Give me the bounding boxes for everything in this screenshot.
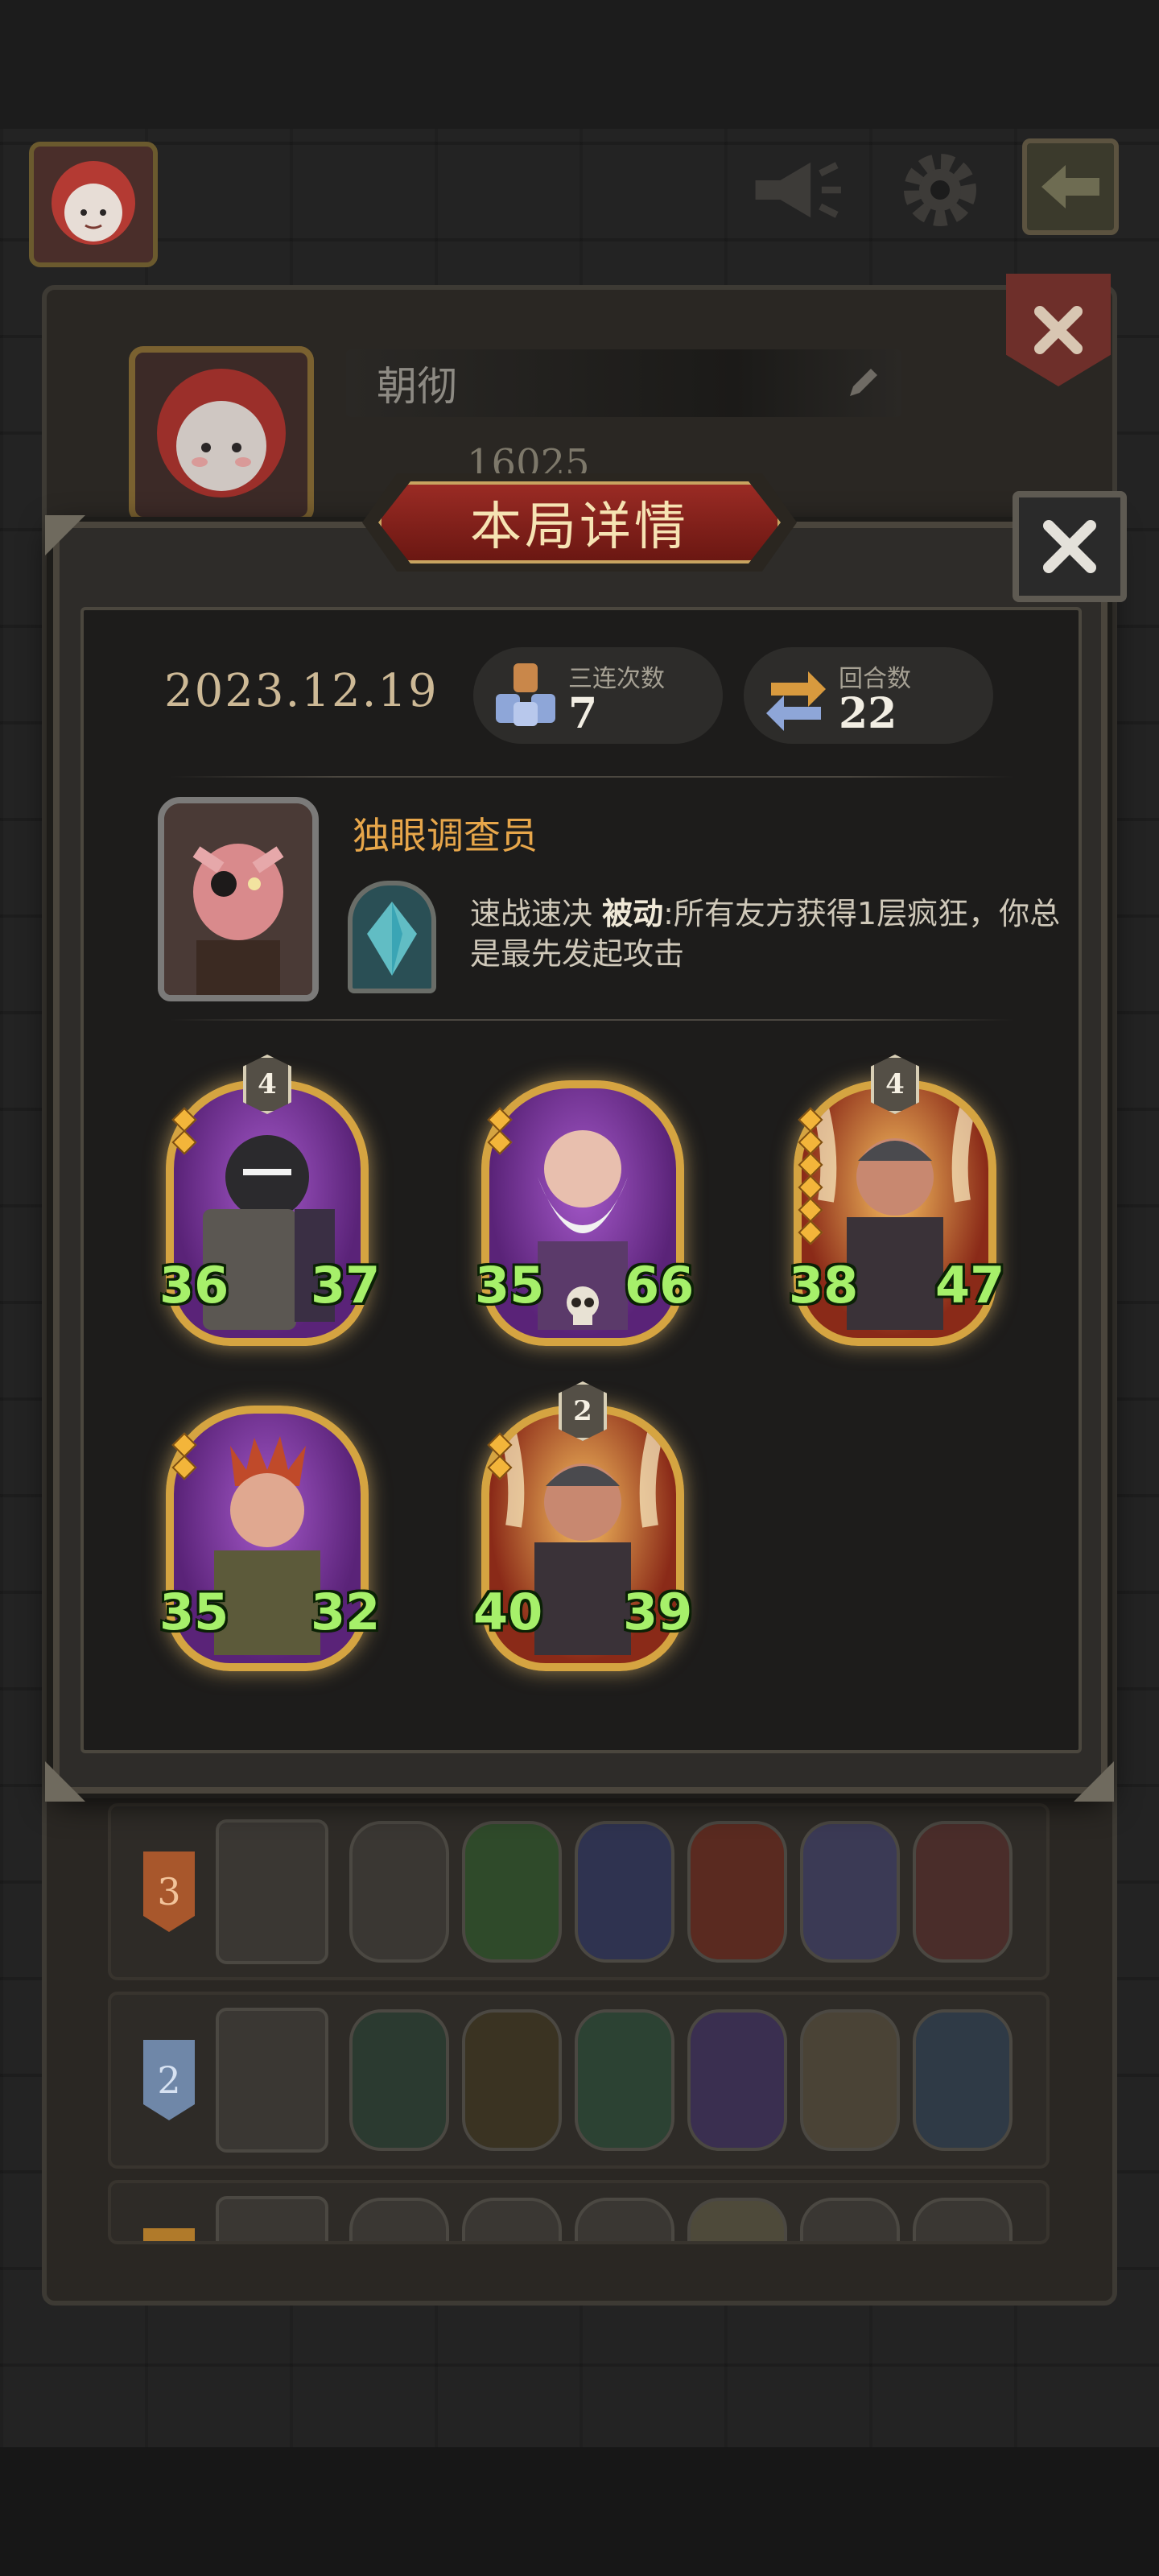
triple-icon	[496, 663, 555, 726]
history-unit-card	[687, 2009, 787, 2151]
history-unit-card	[913, 2198, 1013, 2241]
skull-icon	[567, 1286, 599, 1325]
history-unit-card	[800, 2198, 900, 2241]
profile-avatar-icon	[157, 369, 286, 497]
rounds-stat: 回合数 22	[744, 647, 993, 744]
history-row[interactable]	[108, 2180, 1050, 2244]
health-value: 32	[311, 1583, 381, 1641]
health-value: 39	[623, 1583, 693, 1641]
attack-value: 36	[159, 1256, 229, 1315]
gear-icon[interactable]	[892, 142, 988, 238]
back-button[interactable]	[1022, 138, 1119, 235]
history-unit-card	[575, 1821, 674, 1963]
history-hero-portrait	[216, 2196, 328, 2241]
player-avatar-icon	[52, 161, 135, 245]
attack-value: 38	[789, 1256, 859, 1315]
rank-badge: 3	[143, 1852, 195, 1932]
history-hero-portrait	[216, 1819, 328, 1964]
stat-value: 7	[568, 689, 598, 738]
skill-icon[interactable]	[348, 881, 436, 993]
history-unit-card	[913, 2009, 1013, 2151]
health-value: 66	[625, 1256, 695, 1315]
level-diamonds	[171, 1107, 197, 1155]
hero-portrait-image	[164, 803, 312, 995]
level-diamonds	[171, 1432, 197, 1480]
modal-title: 本局详情	[470, 497, 689, 557]
attack-value: 40	[473, 1583, 543, 1641]
level-diamonds	[487, 1107, 513, 1155]
history-unit-card	[462, 1821, 562, 1963]
attack-value: 35	[475, 1256, 545, 1315]
bottom-background	[0, 2447, 1159, 2576]
history-unit-card	[575, 2198, 674, 2241]
player-avatar-button[interactable]	[29, 142, 158, 267]
level-diamonds	[487, 1432, 513, 1480]
rounds-icon	[766, 671, 826, 731]
crystal-icon	[367, 902, 417, 976]
profile-avatar[interactable]	[129, 346, 314, 523]
history-unit-card	[575, 2009, 674, 2151]
history-unit-card	[800, 2009, 900, 2151]
history-unit-card	[913, 1821, 1013, 1963]
title-banner: 本局详情	[378, 481, 781, 564]
history-unit-card	[687, 2198, 787, 2241]
modal-close-button[interactable]	[1013, 491, 1127, 602]
skill-type: 被动	[602, 896, 664, 931]
history-unit-card	[462, 2009, 562, 2151]
close-icon	[1034, 306, 1083, 354]
skill-name: 速战速决	[470, 896, 593, 931]
history-unit-card	[800, 1821, 900, 1963]
history-unit-card	[349, 2009, 449, 2151]
stat-value: 22	[839, 689, 897, 738]
triple-count-stat: 三连次数 7	[473, 647, 723, 744]
health-value: 37	[311, 1256, 381, 1315]
history-unit-card	[349, 2198, 449, 2241]
star-badge: 4	[871, 1055, 919, 1114]
profile-name: 朝彻	[377, 363, 457, 410]
hero-portrait[interactable]	[158, 797, 319, 1001]
history-row[interactable]: 2	[108, 1992, 1050, 2169]
rank-badge	[143, 2228, 195, 2241]
match-date: 2023.12.19	[164, 665, 439, 717]
close-icon	[1043, 520, 1096, 573]
history-row[interactable]: 3	[108, 1803, 1050, 1980]
back-arrow-icon	[1041, 165, 1099, 208]
rank-badge: 2	[143, 2040, 195, 2120]
history-unit-card	[349, 1821, 449, 1963]
top-background	[0, 0, 1159, 129]
history-unit-card	[687, 1821, 787, 1963]
skill-description: 速战速决 被动:所有友方获得1层疯狂，你总是最先发起攻击	[470, 894, 1066, 974]
megaphone-icon[interactable]	[749, 142, 845, 238]
hero-name: 独眼调查员	[353, 814, 538, 857]
edit-name-icon[interactable]	[845, 364, 882, 404]
star-badge: 4	[243, 1055, 291, 1114]
divider	[169, 776, 1014, 778]
divider	[169, 1019, 1014, 1021]
history-hero-portrait	[216, 2008, 328, 2153]
health-value: 47	[935, 1256, 1005, 1315]
history-unit-card	[462, 2198, 562, 2241]
level-diamonds	[798, 1107, 823, 1245]
attack-value: 35	[159, 1583, 229, 1641]
star-badge: 2	[559, 1381, 607, 1441]
